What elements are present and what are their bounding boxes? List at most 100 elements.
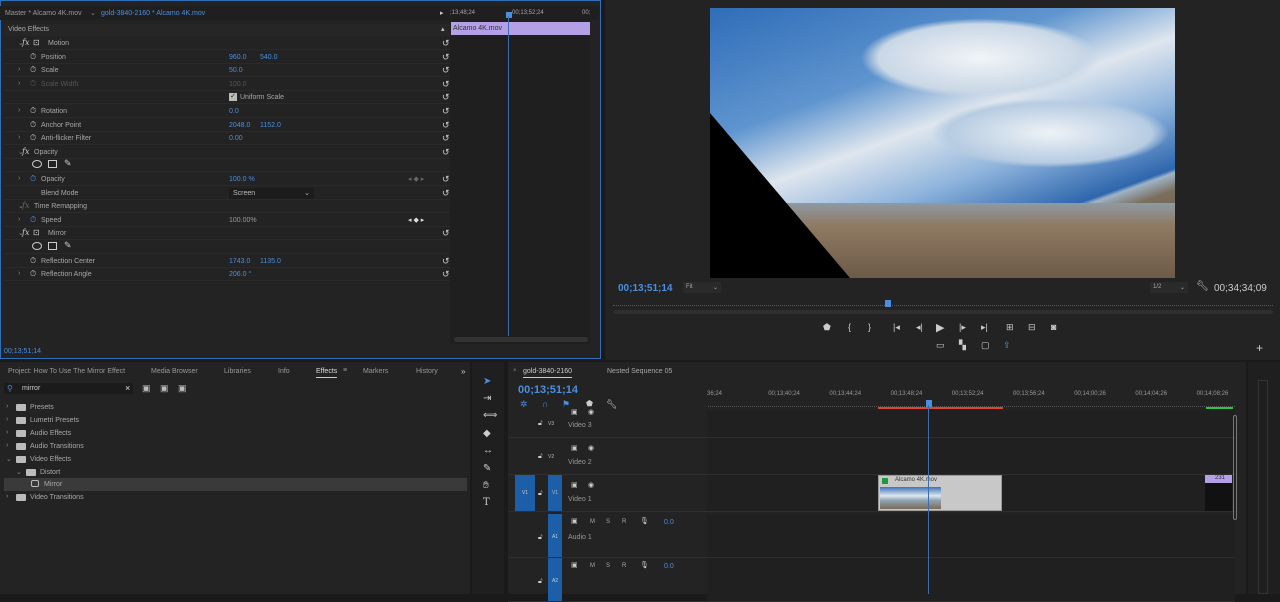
chevron-right-icon[interactable]: › xyxy=(6,403,8,410)
ripple-edit-tool-icon[interactable]: ⟺ xyxy=(483,410,497,421)
rectangle-mask-icon[interactable] xyxy=(48,160,57,169)
master-clip-tab[interactable]: Master * Alcamo 4K.mov xyxy=(5,10,82,17)
tab-effects[interactable]: Effects xyxy=(316,368,338,378)
tree-item[interactable]: › Audio Effects xyxy=(0,427,467,440)
track-target[interactable]: V1 xyxy=(548,475,562,511)
reset-icon[interactable]: ↺ xyxy=(442,65,450,76)
stopwatch-icon[interactable]: ⏱︎ xyxy=(30,215,36,225)
fx-icon[interactable]: fx xyxy=(22,38,29,47)
chevron-right-icon[interactable]: › xyxy=(6,416,8,423)
tab-project[interactable]: Project: How To Use The Mirror Effect xyxy=(8,368,125,375)
property-value[interactable]: 960.0 xyxy=(229,54,247,61)
linked-selection-icon[interactable]: ⚑ xyxy=(562,399,570,410)
property-value[interactable]: 0.00 xyxy=(229,135,243,142)
panel-menu-icon[interactable]: ≡ xyxy=(343,367,347,374)
transform-icon[interactable]: ⊡ xyxy=(33,38,40,47)
reset-icon[interactable]: ↺ xyxy=(442,269,450,280)
volume-value[interactable]: 0.0 xyxy=(664,563,674,570)
property-value[interactable]: 100.00% xyxy=(229,217,257,224)
track-target[interactable]: A2 xyxy=(548,558,562,601)
property-value[interactable]: 206.0 ° xyxy=(229,271,251,278)
reset-icon[interactable]: ↺ xyxy=(442,256,450,267)
tab-libraries[interactable]: Libraries xyxy=(224,368,251,375)
track-select-tool-icon[interactable]: ⇥ xyxy=(483,393,491,404)
reset-icon[interactable]: ↺ xyxy=(442,147,450,158)
property-value[interactable]: 50.0 xyxy=(229,67,243,74)
track-area[interactable] xyxy=(707,514,1235,557)
reset-icon[interactable]: ↺ xyxy=(442,38,450,49)
stopwatch-icon[interactable]: ⏱︎ xyxy=(30,174,36,184)
keyframe-navigator[interactable]: ◂ ◆ ▸ xyxy=(408,175,424,183)
track-area[interactable] xyxy=(707,438,1235,474)
chevron-right-icon[interactable]: › xyxy=(18,66,20,73)
yuv-effects-icon[interactable]: ▣ xyxy=(178,383,187,394)
rectangle-mask-icon[interactable] xyxy=(48,242,57,250)
step-forward-icon[interactable]: |▸ xyxy=(959,322,966,333)
search-input[interactable]: ⚲ mirror × xyxy=(4,383,133,394)
stopwatch-icon[interactable]: ⏱︎ xyxy=(30,106,36,116)
lock-icon[interactable]: 🔓︎ xyxy=(538,453,543,461)
pen-mask-icon[interactable]: ✎ xyxy=(64,158,72,169)
chevron-right-icon[interactable]: › xyxy=(18,270,20,277)
chevron-right-icon[interactable]: › xyxy=(18,107,20,114)
play-icon[interactable]: ▶ xyxy=(936,321,944,334)
zoom-select[interactable]: Fit ⌄ xyxy=(683,282,721,293)
export-frame-icon[interactable]: ◙ xyxy=(1051,322,1056,332)
reset-icon[interactable]: ↺ xyxy=(442,52,450,63)
add-button-icon[interactable]: + xyxy=(1256,341,1263,355)
chevron-right-icon[interactable]: › xyxy=(6,442,8,449)
lock-icon[interactable]: 🔓︎ xyxy=(538,490,543,498)
chevron-right-icon[interactable]: › xyxy=(18,175,20,182)
proxy-toggle-icon[interactable]: ▚ xyxy=(959,340,966,351)
sequence-tab[interactable]: Nested Sequence 05 xyxy=(607,368,672,375)
comment-icon[interactable]: ▢ xyxy=(981,340,990,351)
track-target[interactable]: V2 xyxy=(548,454,554,460)
stopwatch-icon[interactable]: ⏱︎ xyxy=(30,65,36,75)
tree-item[interactable]: ⌄ Distort xyxy=(0,466,467,479)
chevron-down-icon[interactable]: ⌄ xyxy=(16,468,22,476)
reset-icon[interactable]: ↺ xyxy=(442,79,450,90)
vertical-scrollbar[interactable] xyxy=(1233,415,1237,520)
audio-s-button[interactable]: S xyxy=(606,563,610,569)
slip-tool-icon[interactable]: ↔ xyxy=(483,445,493,456)
clip-tab[interactable]: gold-3840-2160 * Alcamo 4K.mov xyxy=(101,10,205,17)
stopwatch-icon[interactable]: ⏱︎ xyxy=(30,52,36,62)
clip-bar[interactable]: Alcamo 4K.mov xyxy=(451,22,590,35)
snap-icon[interactable]: ∩ xyxy=(542,399,548,409)
track-area[interactable] xyxy=(707,558,1235,601)
close-tab-icon[interactable]: × xyxy=(513,368,517,374)
audio-m-button[interactable]: M xyxy=(590,563,595,569)
zoom-scrollbar[interactable] xyxy=(454,337,588,342)
chevron-right-icon[interactable]: › xyxy=(18,134,20,141)
collapse-icon[interactable]: ▴ xyxy=(441,25,445,33)
timeline-clip[interactable]: Alcamo 4K.mov xyxy=(878,475,1002,511)
track-area[interactable] xyxy=(707,410,1235,437)
toggle-sync-lock-icon[interactable]: ▣ xyxy=(571,561,578,569)
add-marker-icon[interactable]: ⬟ xyxy=(586,399,593,408)
uniform-scale-checkbox[interactable]: ✓ xyxy=(229,93,237,102)
reset-icon[interactable]: ↺ xyxy=(442,228,450,239)
tree-item[interactable]: ⌄ Video Effects xyxy=(0,453,467,466)
property-value[interactable]: 1743.0 xyxy=(229,258,250,265)
pen-mask-icon[interactable]: ✎ xyxy=(64,240,72,251)
nest-icon[interactable]: ✲ xyxy=(520,399,528,410)
reset-icon[interactable]: ↺ xyxy=(442,174,450,185)
property-value-2[interactable]: 1135.0 xyxy=(260,258,281,265)
go-to-in-icon[interactable]: |◂ xyxy=(893,322,900,333)
microphone-icon[interactable]: 🎙︎ xyxy=(640,561,649,569)
razor-tool-icon[interactable]: ◆ xyxy=(483,428,491,439)
tab-markers[interactable]: Markers xyxy=(363,368,388,375)
mark-out-icon[interactable]: } xyxy=(868,322,871,332)
stopwatch-icon[interactable]: ⏱︎ xyxy=(30,256,36,266)
property-value-2[interactable]: 540.0 xyxy=(260,54,278,61)
clear-search-icon[interactable]: × xyxy=(125,383,130,393)
selection-tool-icon[interactable]: ➤ xyxy=(483,376,491,387)
stopwatch-icon[interactable]: ⏱︎ xyxy=(30,269,36,279)
chevron-down-icon[interactable]: ⌄ xyxy=(90,9,96,17)
property-value[interactable]: 0.0 xyxy=(229,108,239,115)
reset-icon[interactable]: ↺ xyxy=(442,133,450,144)
wrench-icon[interactable]: 🔧︎ xyxy=(606,399,617,410)
step-back-icon[interactable]: ◂| xyxy=(916,322,923,333)
ellipse-mask-icon[interactable] xyxy=(32,160,42,169)
toggle-sync-lock-icon[interactable]: ▣ xyxy=(571,444,578,452)
